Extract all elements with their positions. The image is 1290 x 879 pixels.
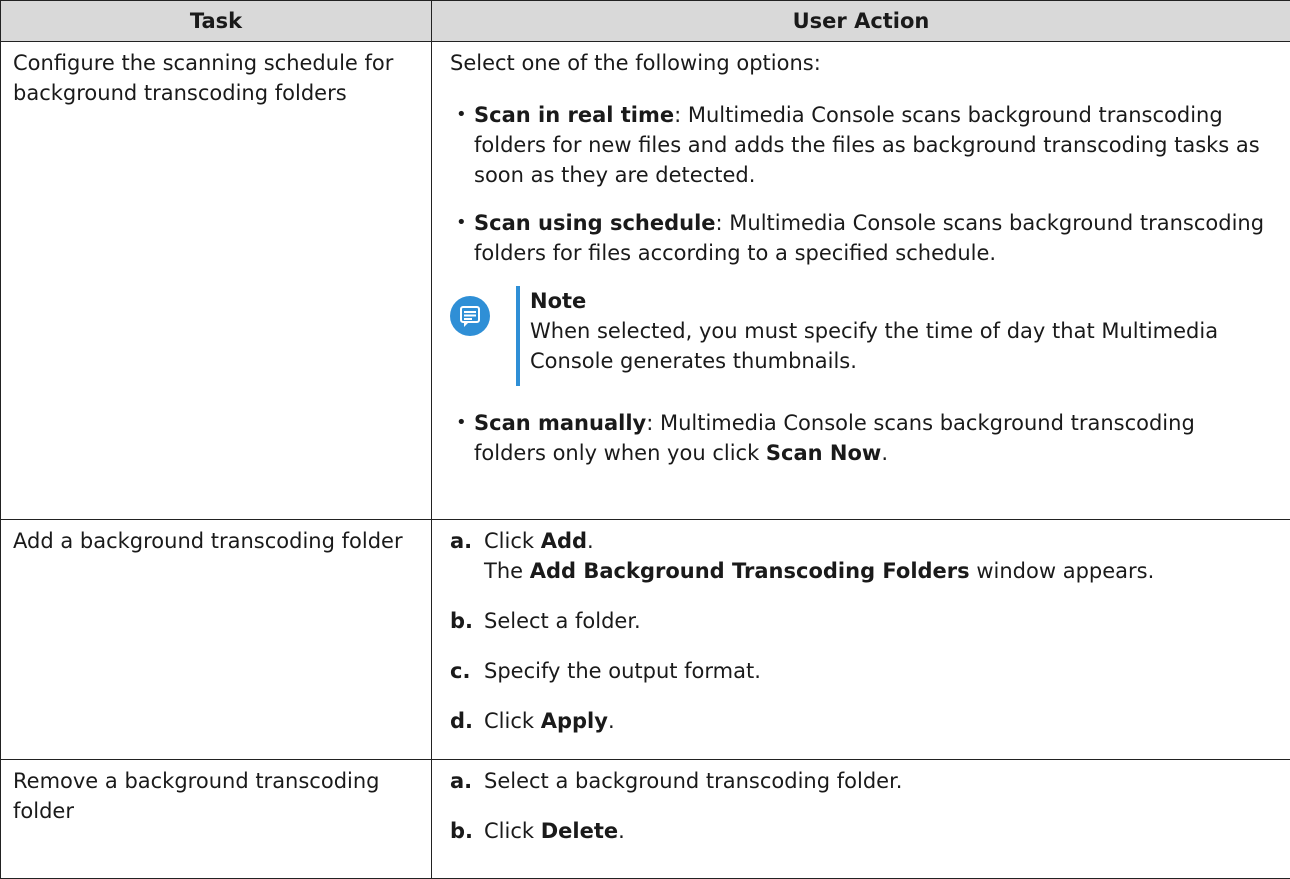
list-item: c. Specify the output format. [450,656,1272,686]
table-row: Remove a background transcoding folder a… [0,759,1290,879]
task-cell: Configure the scanning schedule for back… [0,41,432,520]
step-sub-bold: Add Background Transcoding Folders [529,559,970,583]
step-label: a. [450,769,473,793]
list-item: d. Click Apply. [450,706,1272,736]
step-text-bold: Apply [540,709,608,733]
step-text-post: . [607,709,615,733]
note-icon [450,296,490,336]
note-title: Note [530,289,587,313]
list-item: b. Select a folder. [450,606,1272,636]
step-text: Click Delete. [484,816,625,846]
list-item: b. Click Delete. [450,816,1272,846]
step-text: Click Apply. [484,706,615,736]
step-sub-post: window appears. [969,559,1155,583]
step-text: Specify the output format. [484,659,761,683]
step-label: b. [450,609,474,633]
task-cell: Remove a background transcoding folder [0,759,432,879]
note-text: When selected, you must specify the time… [530,319,1219,373]
step-text-post: . [587,529,594,553]
step-text: Select a folder. [484,609,641,633]
step-text-bold: Add [540,529,588,553]
options-list: Scan in real time: Multimedia Console sc… [450,100,1272,268]
table-row: Add a background transcoding folder a. C… [0,519,1290,760]
step-label: b. [450,819,474,843]
intro-text: Select one of the following options: [450,51,821,75]
step-text-pre: Click [484,709,541,733]
list-item: Scan manually: Multimedia Console scans … [452,408,1272,468]
step-text: Click Add. The Add Background Transcodin… [484,526,1154,586]
list-item: Scan using schedule: Multimedia Console … [452,208,1272,268]
header-user-action: User Action [431,0,1290,42]
action-cell: a. Select a background transcoding folde… [431,759,1290,879]
option-text-end: . [881,441,889,465]
step-text-pre: Click [484,529,541,553]
option-title: Scan in real time [474,103,675,127]
option-title: Scan manually [474,411,647,435]
step-text-bold: Delete [540,819,619,843]
list-item: a. Select a background transcoding folde… [450,766,1272,796]
header-task: Task [0,0,432,42]
action-cell: a. Click Add. The Add Background Transco… [431,519,1290,760]
step-text-post: . [618,819,625,843]
step-label: a. [450,529,473,553]
steps-list: a. Click Add. The Add Background Transco… [450,526,1272,736]
task-cell: Add a background transcoding folder [0,519,432,760]
options-list: Scan manually: Multimedia Console scans … [450,408,1272,468]
step-label: c. [450,659,471,683]
option-title: Scan using schedule [474,211,716,235]
table-row: Configure the scanning schedule for back… [0,41,1290,520]
step-text: Select a background transcoding folder. [484,769,903,793]
list-item: a. Click Add. The Add Background Transco… [450,526,1272,586]
step-text-pre: Click [484,819,541,843]
step-sub-pre: The [484,559,530,583]
action-cell: Select one of the following options: Sca… [431,41,1290,520]
option-bold: Scan Now [765,441,882,465]
table-header-row: Task User Action [0,0,1290,42]
step-label: d. [450,709,474,733]
list-item: Scan in real time: Multimedia Console sc… [452,100,1272,190]
note-bar [516,286,520,386]
task-action-table: Task User Action Configure the scanning … [0,0,1290,879]
note-callout: Note When selected, you must specify the… [450,286,1272,386]
steps-list: a. Select a background transcoding folde… [450,766,1272,846]
